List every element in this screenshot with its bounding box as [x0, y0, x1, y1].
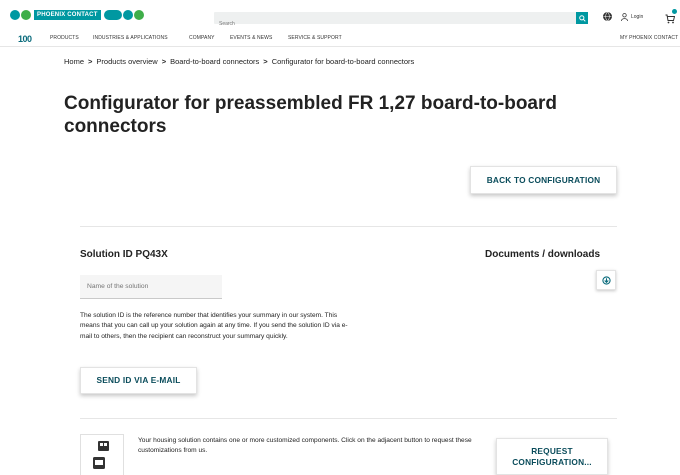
- phoenix-contact-logo[interactable]: PHOENIX CONTACT: [10, 10, 145, 20]
- breadcrumb-products-overview[interactable]: Products overview: [96, 57, 157, 66]
- housing-preview: [80, 434, 124, 475]
- housing-notice: Your housing solution contains one or mo…: [138, 437, 472, 455]
- breadcrumb-separator: >: [88, 57, 93, 66]
- logo-dot: [133, 10, 144, 20]
- nav-item-industries[interactable]: INDUSTRIES & APPLICATIONS: [93, 35, 168, 41]
- breadcrumb: Home > Products overview > Board-to-boar…: [64, 57, 414, 66]
- breadcrumb-separator: >: [161, 57, 167, 66]
- logo-dot: [10, 10, 20, 20]
- back-to-configuration-button[interactable]: BACK TO CONFIGURATION: [470, 166, 617, 194]
- search-input[interactable]: [214, 18, 569, 30]
- download-button[interactable]: [596, 270, 616, 290]
- page-title: Configurator for preassembled FR 1,27 bo…: [64, 93, 557, 137]
- user-icon: [621, 12, 628, 21]
- nav-item-company[interactable]: COMPANY: [189, 35, 215, 41]
- logo-dot: [122, 10, 133, 20]
- logo-wordmark: PHOENIX CONTACT: [34, 10, 101, 20]
- cart-button[interactable]: [665, 9, 677, 24]
- housing-icon: [93, 441, 109, 469]
- documents-title: Documents / downloads: [485, 249, 601, 260]
- breadcrumb-board-to-board[interactable]: Board-to-board connectors: [170, 57, 259, 66]
- solution-id-title: Solution ID PQ43X: [80, 249, 168, 260]
- nav-item-events[interactable]: EVENTS & NEWS: [230, 35, 272, 41]
- login-label: Login: [631, 13, 644, 20]
- download-icon: [601, 275, 611, 285]
- section-divider: [80, 418, 617, 419]
- solution-name-input[interactable]: [80, 275, 222, 299]
- cart-badge: [672, 9, 677, 14]
- top-header: PHOENIX CONTACT Login: [0, 0, 680, 30]
- breadcrumb-current: Configurator for board-to-board connecto…: [271, 57, 415, 66]
- logo-pill: [103, 10, 122, 20]
- section-divider: [80, 226, 617, 227]
- cart-icon: [665, 14, 676, 24]
- header-utilities: Login: [603, 12, 643, 21]
- nav-item-my-account[interactable]: MY PHOENIX CONTACT: [620, 35, 678, 41]
- breadcrumb-separator: >: [263, 57, 268, 66]
- search-bar: [214, 12, 588, 30]
- breadcrumb-home[interactable]: Home: [64, 57, 84, 66]
- request-configuration-button[interactable]: REQUEST CONFIGURATION...: [496, 438, 608, 475]
- nav-item-service[interactable]: SERVICE & SUPPORT: [288, 35, 342, 41]
- send-id-via-email-button[interactable]: SEND ID VIA E-MAIL: [80, 367, 197, 394]
- logo-dot: [21, 10, 31, 20]
- globe-icon[interactable]: [603, 12, 612, 21]
- solution-description: The solution ID is the reference number …: [80, 312, 348, 340]
- search-button[interactable]: [576, 12, 588, 24]
- anniversary-badge: 100: [18, 34, 32, 44]
- search-icon: [578, 14, 586, 22]
- nav-item-products[interactable]: PRODUCTS: [50, 35, 79, 41]
- login-link[interactable]: Login: [621, 12, 644, 21]
- main-navigation: 100 PRODUCTS INDUSTRIES & APPLICATIONS C…: [0, 31, 680, 47]
